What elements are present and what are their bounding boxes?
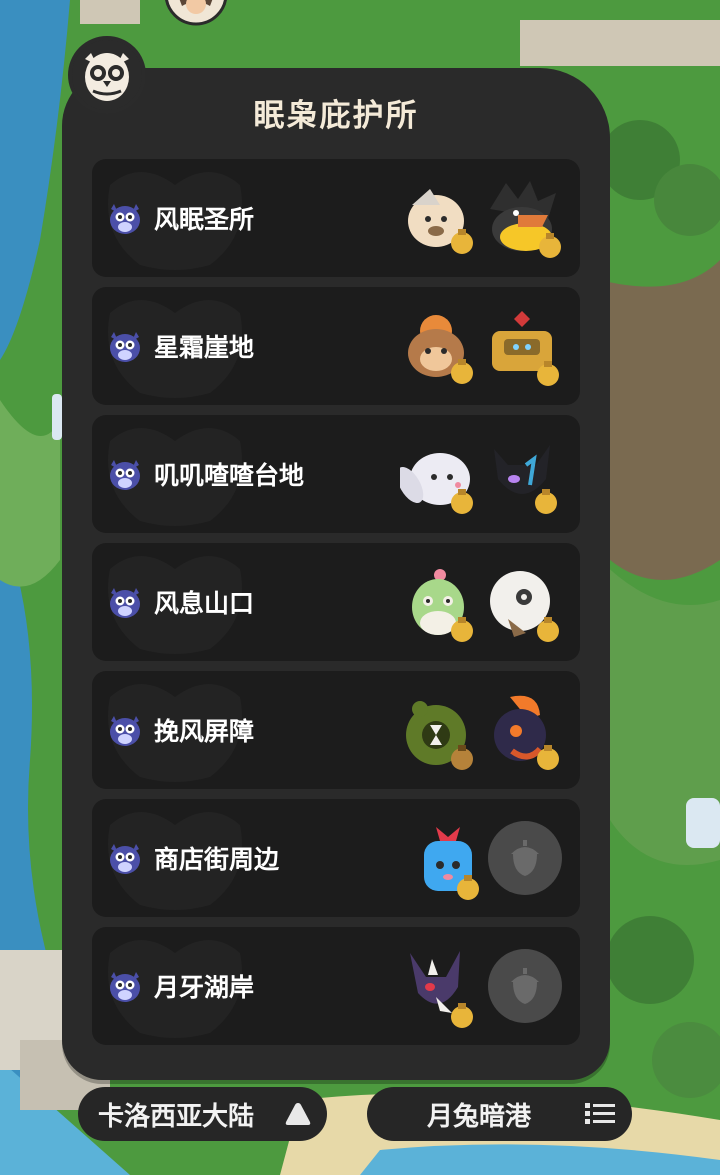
location-row[interactable]: 月牙湖岸 (92, 927, 580, 1045)
owl-icon (85, 53, 129, 101)
region-label: 卡洛西亚大陆 (98, 1101, 255, 1132)
location-row[interactable]: 商店街周边 (92, 799, 580, 917)
triangle-up-icon (285, 1103, 311, 1125)
empty-pet-slot[interactable] (488, 821, 562, 895)
area-list-button[interactable]: 月兔暗港 (367, 1087, 632, 1141)
bunny-pet[interactable] (400, 435, 480, 519)
location-list: 风眠圣所 星霜崖地 叽叽喳喳台地 风息山口 挽风屏障 商店街周边 月牙湖岸 (92, 159, 580, 1055)
location-row[interactable]: 星霜崖地 (92, 287, 580, 405)
panel-title: 眠枭庇护所 (253, 98, 419, 134)
owl-location-icon (110, 716, 140, 746)
black-cat-pet[interactable] (482, 435, 562, 519)
purple-fox-pet[interactable] (400, 947, 480, 1031)
hourglass-pet[interactable] (400, 691, 480, 775)
gift-box-pet[interactable] (410, 819, 490, 903)
region-selector-button[interactable]: 卡洛西亚大陆 (78, 1087, 327, 1141)
empty-pet-slot[interactable] (488, 949, 562, 1023)
area-label: 月兔暗港 (427, 1101, 532, 1132)
owl-location-icon (110, 588, 140, 618)
hamster-pet[interactable] (400, 179, 480, 263)
owl-location-icon (110, 460, 140, 490)
location-row[interactable]: 风息山口 (92, 543, 580, 661)
crow-duck-pet[interactable] (482, 179, 562, 263)
owl-location-icon (110, 972, 140, 1002)
owl-location-icon (110, 332, 140, 362)
monkey-pet[interactable] (400, 307, 480, 391)
list-icon (585, 1103, 615, 1124)
skull-pet[interactable] (482, 563, 562, 647)
location-name: 星霜崖地 (154, 333, 255, 362)
location-name: 商店街周边 (154, 845, 280, 874)
location-row[interactable]: 挽风屏障 (92, 671, 580, 789)
sprout-bird-pet[interactable] (400, 563, 480, 647)
location-name: 风眠圣所 (154, 205, 255, 234)
location-name: 风息山口 (154, 589, 255, 618)
location-name: 挽风屏障 (154, 717, 255, 746)
location-row[interactable]: 叽叽喳喳台地 (92, 415, 580, 533)
location-name: 叽叽喳喳台地 (154, 461, 305, 490)
sanctuary-panel: 眠枭庇护所 风眠圣所 星霜崖地 叽叽喳喳台地 风息山口 挽风屏障 商店街周边 月… (62, 68, 610, 1080)
acorn-icon (511, 968, 539, 1004)
sanctuary-owl-badge (68, 36, 146, 114)
acorn-icon (511, 840, 539, 876)
owl-location-icon (110, 204, 140, 234)
location-row[interactable]: 风眠圣所 (92, 159, 580, 277)
location-name: 月牙湖岸 (154, 973, 255, 1002)
fire-bird-pet[interactable] (482, 691, 562, 775)
gold-robot-pet[interactable] (482, 307, 562, 391)
owl-location-icon (110, 844, 140, 874)
player-avatar[interactable] (164, 0, 228, 26)
